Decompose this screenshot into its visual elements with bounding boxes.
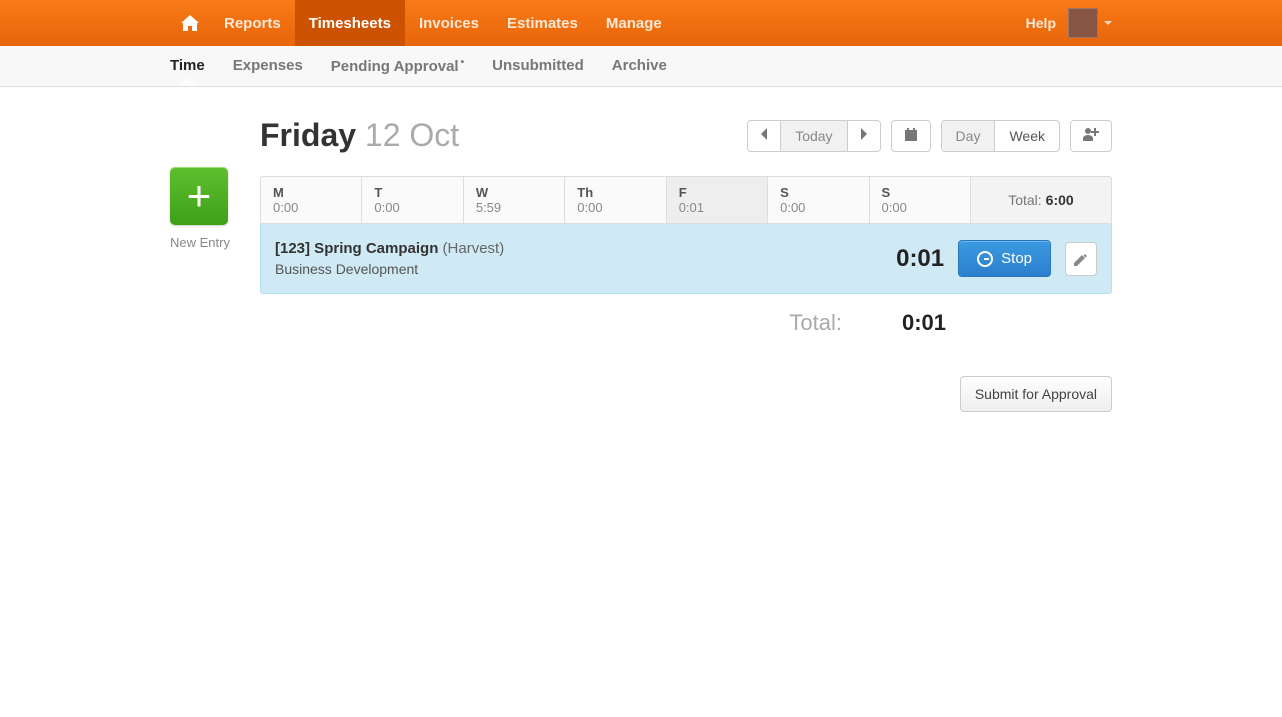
heading-row: Friday 12 Oct Today Day <box>260 117 1112 154</box>
chevron-down-icon <box>1104 21 1112 25</box>
chevron-right-icon <box>860 128 868 140</box>
stop-button[interactable]: Stop <box>958 240 1051 277</box>
time-entry-row: [123] Spring Campaign (Harvest) Business… <box>260 224 1112 294</box>
day-hours: 0:00 <box>374 200 399 215</box>
new-entry-label: New Entry <box>170 235 230 250</box>
total-value: 0:01 <box>902 310 1112 336</box>
topnav-item-timesheets[interactable]: Timesheets <box>295 0 405 46</box>
edit-entry-button[interactable] <box>1065 242 1097 276</box>
day-abbr: Th <box>577 185 653 200</box>
stop-button-label: Stop <box>1001 250 1032 267</box>
topnav-item-estimates[interactable]: Estimates <box>493 0 592 46</box>
help-link[interactable]: Help <box>1026 15 1056 31</box>
day-hours: 0:00 <box>273 200 298 215</box>
day-cell-s[interactable]: S0:00 <box>870 177 971 223</box>
subnav-item-expenses[interactable]: Expenses <box>233 47 303 85</box>
controls: Today Day Week <box>747 120 1112 152</box>
week-day-row: M0:00T0:00W5:59Th0:00F0:01S0:00S0:00Tota… <box>260 176 1112 224</box>
subnav-item-pending-approval[interactable]: Pending Approval• <box>331 47 464 85</box>
people-icon <box>1083 128 1099 142</box>
new-entry-button[interactable]: + <box>170 167 228 225</box>
home-icon[interactable] <box>170 0 210 46</box>
entry-title: [123] Spring Campaign (Harvest) <box>275 240 860 257</box>
day-abbr: T <box>374 185 450 200</box>
calendar-button[interactable] <box>891 120 931 152</box>
avatar <box>1068 8 1098 38</box>
pending-indicator-icon: • <box>461 57 465 68</box>
topnav-item-manage[interactable]: Manage <box>592 0 676 46</box>
week-total-cell: Total: 6:00 <box>971 177 1111 223</box>
top-navbar: ReportsTimesheetsInvoicesEstimatesManage… <box>0 0 1282 46</box>
week-total-value: 6:00 <box>1046 192 1074 208</box>
day-abbr: S <box>780 185 856 200</box>
sub-navbar: Time Expenses Pending Approval• Unsubmitted… <box>0 46 1282 87</box>
subnav-item-time[interactable]: Time <box>170 47 205 85</box>
top-navbar-left: ReportsTimesheetsInvoicesEstimatesManage <box>170 0 676 46</box>
plus-icon: + <box>187 175 212 217</box>
week-view-button[interactable]: Week <box>994 121 1059 151</box>
date-nav-group: Today <box>747 120 880 152</box>
day-view-button[interactable]: Day <box>942 121 995 151</box>
day-cell-t[interactable]: T0:00 <box>362 177 463 223</box>
day-abbr: W <box>476 185 552 200</box>
entry-client: (Harvest) <box>443 240 505 257</box>
teammates-button[interactable] <box>1070 120 1112 152</box>
timesheet-panel: Friday 12 Oct Today Day <box>260 117 1112 412</box>
total-row: Total: 0:01 <box>260 310 1112 336</box>
submit-row: Submit for Approval <box>260 376 1112 412</box>
submit-approval-button[interactable]: Submit for Approval <box>960 376 1112 412</box>
day-cell-w[interactable]: W5:59 <box>464 177 565 223</box>
chevron-left-icon <box>760 128 768 140</box>
today-button[interactable]: Today <box>780 121 846 151</box>
entry-description: [123] Spring Campaign (Harvest) Business… <box>275 240 860 277</box>
week-total-label: Total: <box>1008 192 1041 208</box>
pencil-icon <box>1074 252 1088 266</box>
calendar-icon <box>904 128 918 142</box>
entry-task: Business Development <box>275 261 860 277</box>
main-content: + New Entry Friday 12 Oct Today <box>0 87 1282 412</box>
day-abbr: S <box>882 185 958 200</box>
day-hours: 0:00 <box>780 200 805 215</box>
day-hours: 0:00 <box>577 200 602 215</box>
view-toggle-group: Day Week <box>941 120 1060 152</box>
next-day-button[interactable] <box>847 121 880 151</box>
prev-day-button[interactable] <box>748 121 780 151</box>
heading-day: Friday <box>260 117 356 153</box>
day-abbr: M <box>273 185 349 200</box>
top-navbar-right: Help <box>1026 0 1112 46</box>
heading-date: 12 Oct <box>365 117 459 153</box>
topnav-item-reports[interactable]: Reports <box>210 0 295 46</box>
entry-project: [123] Spring Campaign <box>275 240 438 257</box>
day-cell-f[interactable]: F0:01 <box>667 177 768 223</box>
clock-icon <box>977 251 993 267</box>
subnav-item-unsubmitted[interactable]: Unsubmitted <box>492 47 584 85</box>
day-hours: 5:59 <box>476 200 501 215</box>
side-panel: + New Entry <box>170 117 230 412</box>
day-cell-m[interactable]: M0:00 <box>261 177 362 223</box>
day-cell-s[interactable]: S0:00 <box>768 177 869 223</box>
subnav-item-archive[interactable]: Archive <box>612 47 667 85</box>
total-label: Total: <box>260 310 902 336</box>
entry-time: 0:01 <box>874 245 944 273</box>
day-hours: 0:00 <box>882 200 907 215</box>
page-title: Friday 12 Oct <box>260 117 459 154</box>
user-menu[interactable] <box>1068 8 1112 38</box>
topnav-item-invoices[interactable]: Invoices <box>405 0 493 46</box>
day-abbr: F <box>679 185 755 200</box>
day-cell-th[interactable]: Th0:00 <box>565 177 666 223</box>
day-hours: 0:01 <box>679 200 704 215</box>
